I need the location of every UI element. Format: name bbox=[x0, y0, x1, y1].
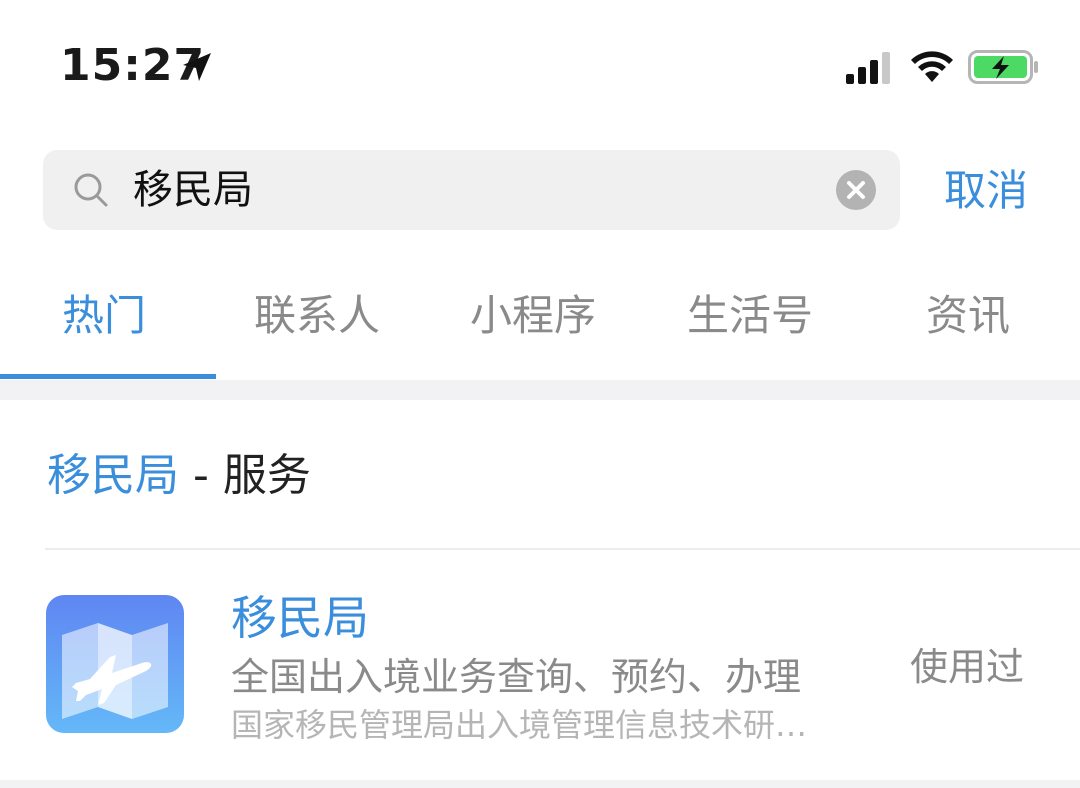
tab-mini-programs[interactable]: 小程序 bbox=[470, 288, 596, 344]
section-keyword: 移民局 bbox=[47, 450, 179, 501]
section-suffix: - 服务 bbox=[179, 450, 311, 501]
result-description: 全国出入境业务查询、预约、办理 bbox=[231, 655, 802, 699]
used-badge: 使用过 bbox=[910, 645, 1025, 689]
tab-contacts[interactable]: 联系人 bbox=[254, 288, 380, 344]
search-input[interactable] bbox=[133, 164, 813, 216]
battery-charging-icon bbox=[968, 50, 1038, 84]
status-bar: 15:27 bbox=[0, 0, 1080, 130]
search-bar[interactable] bbox=[43, 150, 900, 230]
passport-plane-icon bbox=[46, 595, 184, 733]
result-subtitle: 国家移民管理局出入境管理信息技术研… bbox=[231, 706, 808, 744]
tab-hot[interactable]: 热门 bbox=[62, 288, 146, 344]
section-title: 移民局 - 服务 bbox=[47, 446, 311, 506]
wifi-icon bbox=[911, 51, 953, 82]
result-item[interactable]: 移民局 全国出入境业务查询、预约、办理 国家移民管理局出入境管理信息技术研… 使… bbox=[0, 550, 1080, 780]
clear-icon[interactable] bbox=[836, 170, 876, 210]
bottom-divider bbox=[0, 780, 1080, 788]
tab-news[interactable]: 资讯 bbox=[926, 288, 1010, 344]
result-title: 移民局 bbox=[231, 591, 369, 645]
active-tab-indicator bbox=[0, 374, 216, 379]
cancel-button[interactable]: 取消 bbox=[944, 162, 1028, 220]
category-tabs: 热门 联系人 小程序 生活号 资讯 bbox=[0, 270, 1080, 380]
location-arrow-icon bbox=[183, 53, 211, 81]
tab-life-accounts[interactable]: 生活号 bbox=[687, 288, 813, 344]
section-divider bbox=[0, 380, 1080, 400]
cellular-signal-icon bbox=[846, 52, 890, 84]
search-icon bbox=[74, 173, 108, 207]
